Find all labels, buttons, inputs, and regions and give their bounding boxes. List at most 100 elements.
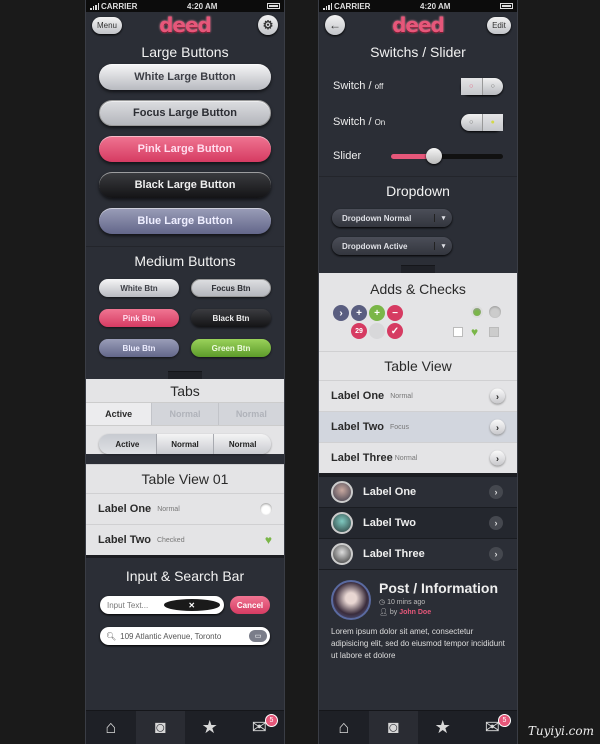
list-item[interactable]: Label Two › <box>319 507 517 538</box>
cancel-button[interactable]: Cancel <box>230 596 270 614</box>
checked-circle-icon[interactable]: ✓ <box>387 323 403 339</box>
switch-off[interactable]: ○ ○ <box>461 77 503 95</box>
tab-home[interactable]: ⌂ <box>86 711 136 744</box>
section-title: Adds & Checks <box>370 281 466 297</box>
tab-home[interactable]: ⌂ <box>319 711 369 744</box>
table-row[interactable]: Label One Normal <box>86 493 284 524</box>
text-input[interactable]: Input Text... ✕ <box>100 596 224 614</box>
tab-normal[interactable]: Normal <box>217 403 284 425</box>
navbar: Menu deed ⚙ <box>86 12 284 38</box>
tab-camera[interactable]: ◙ <box>368 711 418 744</box>
white-large-button[interactable]: White Large Button <box>99 64 271 90</box>
tab-messages[interactable]: ✉ 5 <box>235 711 285 744</box>
home-icon: ⌂ <box>105 717 117 737</box>
heart-check-icon[interactable]: ♥ <box>265 533 272 547</box>
section-title: Medium Buttons <box>134 253 236 269</box>
checkbox-disabled-icon[interactable] <box>489 326 499 337</box>
post-author[interactable]: John Doe <box>399 609 431 616</box>
focus-large-button[interactable]: Focus Large Button <box>99 100 271 126</box>
menu-button[interactable]: Menu <box>92 17 122 34</box>
bookmark-icon[interactable]: ▭ <box>249 630 267 642</box>
checkbox-unchecked-icon[interactable] <box>453 326 463 337</box>
settings-button[interactable]: ⚙ <box>258 15 278 35</box>
radio-unchecked-icon[interactable] <box>260 503 272 515</box>
clear-icon[interactable]: ✕ <box>163 599 220 611</box>
row-label: Label Three <box>331 452 393 464</box>
row-state: Focus <box>389 423 410 431</box>
signal-icon <box>90 2 99 10</box>
clock: 4:20 AM <box>187 1 218 11</box>
row-label: Label Two <box>98 534 151 546</box>
star-icon: ★ <box>434 717 451 737</box>
chevron-right-icon[interactable]: › <box>490 450 505 466</box>
empty-circle-icon[interactable] <box>369 323 385 339</box>
chevron-right-icon[interactable]: › <box>489 516 503 530</box>
logo: deed <box>392 13 445 37</box>
count-badge: 29 <box>351 323 367 339</box>
post-card: Post / Information ◷ 10 mins ago 👤︎ by J… <box>319 569 517 672</box>
row-state: Normal <box>157 505 180 513</box>
pink-large-button[interactable]: Pink Large Button <box>99 136 271 162</box>
arrow-circle-icon[interactable]: › <box>333 305 349 321</box>
tab-bar: Active Normal Normal <box>86 402 284 426</box>
tab-favorites[interactable]: ★ <box>418 711 468 744</box>
search-input[interactable]: 🔍︎ 109 Atlantic Avenue, Toronto ▭ <box>100 627 270 645</box>
drag-handle[interactable] <box>401 265 435 273</box>
black-large-button[interactable]: Black Large Button <box>99 172 271 198</box>
chevron-right-icon[interactable]: › <box>490 419 505 435</box>
green-btn[interactable]: Green Btn <box>191 339 271 357</box>
tab-messages[interactable]: ✉ 5 <box>468 711 518 744</box>
edit-button[interactable]: Edit <box>487 17 511 34</box>
segment-normal[interactable]: Normal <box>155 434 214 454</box>
avatar <box>331 543 353 565</box>
large-buttons-section: Large Buttons White Large Button Focus L… <box>86 38 284 234</box>
tab-normal[interactable]: Normal <box>151 403 218 425</box>
remove-circle-icon[interactable]: − <box>387 305 403 321</box>
segment-normal[interactable]: Normal <box>213 434 271 454</box>
chevron-right-icon[interactable]: › <box>489 485 503 499</box>
slider[interactable] <box>391 147 503 164</box>
list-item-label: Label Three <box>363 548 425 560</box>
radio-unchecked-icon[interactable] <box>489 305 501 318</box>
tab-favorites[interactable]: ★ <box>185 711 235 744</box>
table-view-section: Table View 01 Label One Normal Label Two… <box>86 464 284 555</box>
focus-btn[interactable]: Focus Btn <box>191 279 271 297</box>
row-state: Normal <box>394 454 418 462</box>
add-green-icon[interactable]: + <box>369 305 385 321</box>
radio-checked-icon[interactable] <box>471 305 483 318</box>
heart-check-icon[interactable]: ♥ <box>471 325 485 339</box>
back-button[interactable]: ← <box>325 15 345 35</box>
black-btn[interactable]: Black Btn <box>191 309 271 327</box>
chevron-right-icon[interactable]: › <box>489 547 503 561</box>
post-avatar <box>331 580 371 620</box>
list-item-label: Label One <box>363 486 417 498</box>
back-arrow-icon: ← <box>329 18 341 32</box>
tab-camera[interactable]: ◙ <box>135 711 185 744</box>
segment-active[interactable]: Active <box>99 434 156 454</box>
list-item[interactable]: Label Three › <box>319 538 517 569</box>
switch-on[interactable]: ○ ● <box>461 113 503 131</box>
search-value: 109 Atlantic Avenue, Toronto <box>120 631 222 641</box>
dropdown-active[interactable]: Dropdown Active ▾ <box>332 237 452 255</box>
clock: 4:20 AM <box>420 1 451 11</box>
chevron-right-icon[interactable]: › <box>490 388 505 404</box>
pink-btn[interactable]: Pink Btn <box>99 309 179 327</box>
slider-knob[interactable] <box>425 147 442 164</box>
signal-icon <box>323 2 332 10</box>
drag-handle[interactable] <box>168 371 202 379</box>
post-title: Post / Information <box>379 580 498 596</box>
add-circle-icon[interactable]: + <box>351 305 367 321</box>
dropdown-normal[interactable]: Dropdown Normal ▾ <box>332 209 452 227</box>
blue-btn[interactable]: Blue Btn <box>99 339 179 357</box>
segmented-control: Active Normal Normal <box>99 434 271 454</box>
camera-icon: ◙ <box>387 717 399 737</box>
table-row[interactable]: Label Two Focus › <box>319 411 517 442</box>
table-row[interactable]: Label One Normal › <box>319 380 517 411</box>
list-item[interactable]: Label One › <box>319 476 517 507</box>
blue-large-button[interactable]: Blue Large Button <box>99 208 271 234</box>
carrier: CARRIER <box>101 1 138 11</box>
table-row[interactable]: Label Three Normal › <box>319 442 517 473</box>
table-row[interactable]: Label Two Checked ♥ <box>86 524 284 555</box>
tab-active[interactable]: Active <box>86 403 152 425</box>
white-btn[interactable]: White Btn <box>99 279 179 297</box>
